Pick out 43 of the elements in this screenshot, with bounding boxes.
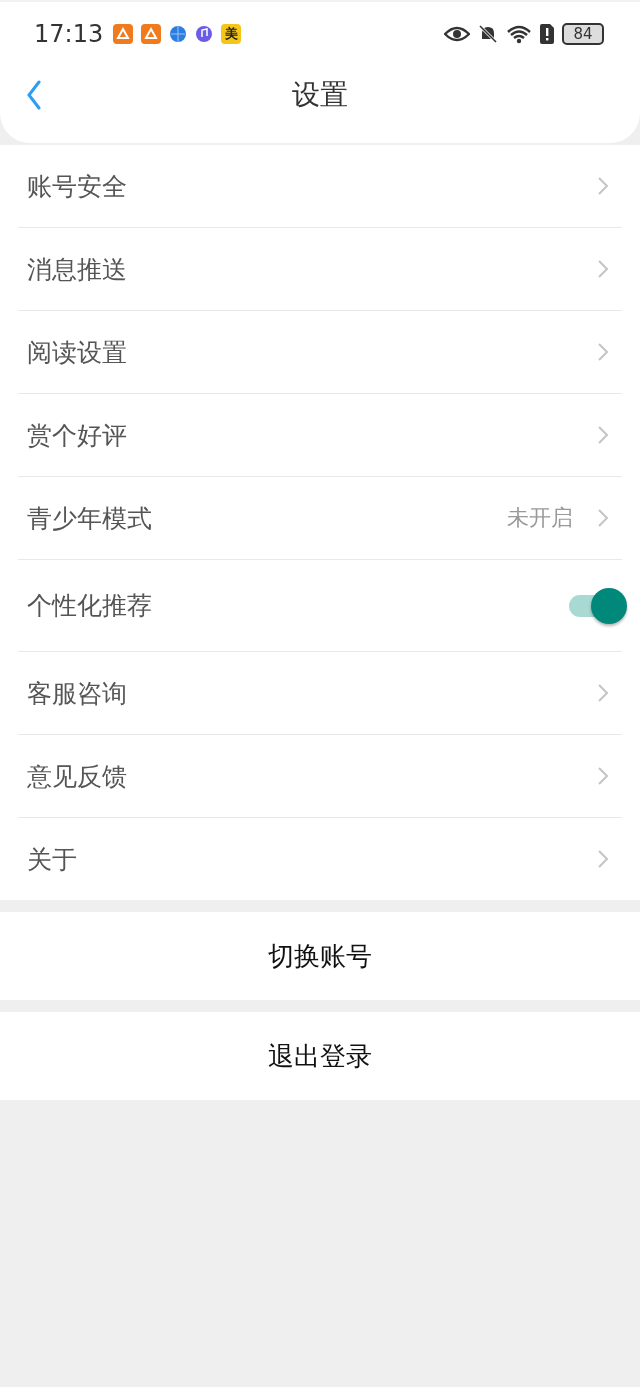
- wifi-icon: [506, 24, 532, 44]
- globe-icon: [169, 25, 188, 43]
- settings-row[interactable]: 意见反馈: [18, 735, 622, 818]
- app-icon: [113, 24, 134, 44]
- page-title: 设置: [292, 77, 348, 113]
- row-label: 青少年模式: [27, 502, 152, 535]
- action-button[interactable]: 切换账号: [0, 912, 640, 1000]
- chevron-icon: [597, 683, 609, 703]
- row-label: 赏个好评: [27, 419, 127, 452]
- eye-icon: [444, 25, 470, 43]
- settings-row[interactable]: 账号安全: [18, 145, 622, 228]
- row-label: 客服咨询: [27, 677, 127, 710]
- settings-row[interactable]: 赏个好评: [18, 394, 622, 477]
- chevron-icon: [597, 176, 609, 196]
- muted-bell-icon: [478, 24, 498, 44]
- settings-row[interactable]: 消息推送: [18, 228, 622, 311]
- row-value: 未开启: [507, 504, 573, 532]
- back-icon: [26, 80, 42, 110]
- action-button[interactable]: 退出登录: [0, 1012, 640, 1100]
- chevron-icon: [597, 342, 609, 362]
- row-label: 意见反馈: [27, 760, 127, 793]
- battery-level: 84: [573, 25, 593, 43]
- row-label: 阅读设置: [27, 336, 127, 369]
- chevron-icon: [597, 508, 609, 528]
- row-label: 账号安全: [27, 170, 127, 203]
- status-time: 17:13: [34, 20, 104, 48]
- settings-row[interactable]: 客服咨询: [18, 652, 622, 735]
- app-icon: [141, 24, 162, 44]
- row-label: 个性化推荐: [27, 590, 152, 622]
- chevron-icon: [597, 425, 609, 445]
- row-label: 关于: [27, 843, 77, 876]
- settings-row[interactable]: 关于: [18, 818, 622, 900]
- row-label: 消息推送: [27, 253, 127, 286]
- settings-row[interactable]: 个性化推荐: [18, 560, 622, 652]
- chevron-icon: [597, 259, 609, 279]
- toggle-switch[interactable]: [569, 587, 627, 624]
- chevron-icon: [597, 849, 609, 869]
- settings-row[interactable]: 青少年模式 未开启: [18, 477, 622, 560]
- music-icon: [195, 25, 214, 43]
- chevron-icon: [597, 766, 609, 786]
- settings-row[interactable]: 阅读设置: [18, 311, 622, 394]
- sim-alert-icon: [540, 24, 554, 44]
- app-icon: 美: [221, 24, 242, 44]
